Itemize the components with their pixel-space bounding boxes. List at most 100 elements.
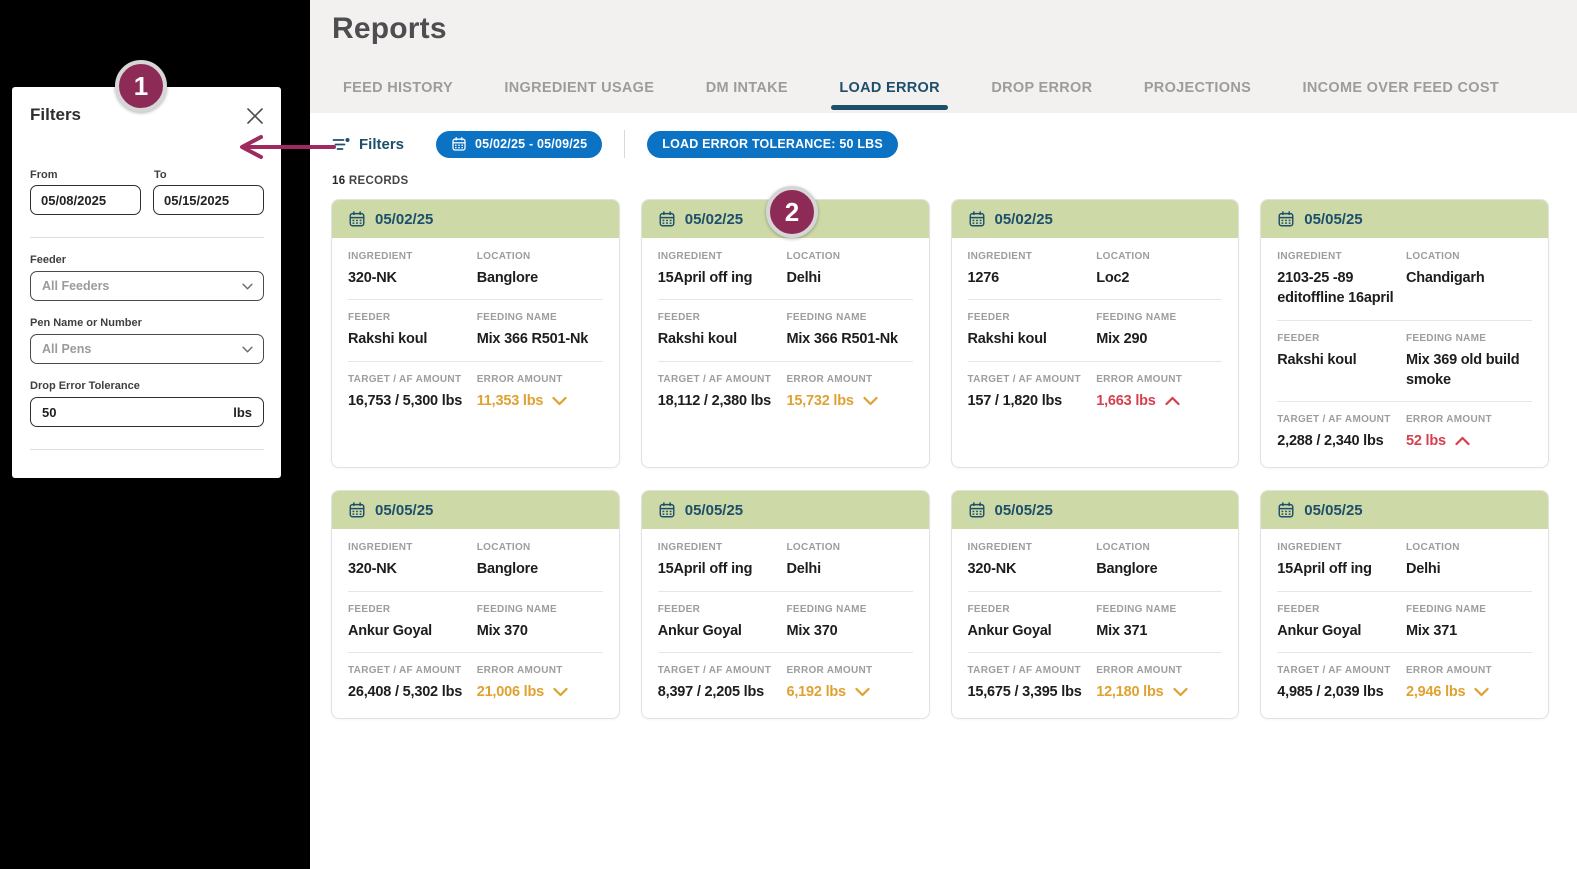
error-amount-text: 2,946 lbs [1406,682,1465,702]
feeding-name-value: Mix 366 R501-Nk [477,329,603,349]
feeding-name-label: FEEDING NAME [1406,333,1532,344]
to-date-input[interactable]: 05/15/2025 [153,185,264,215]
feeder-select[interactable]: All Feeders [30,271,264,301]
ingredient-value: 15April off ing [658,559,775,579]
location-label: LOCATION [1406,251,1532,262]
section-divider [348,591,603,592]
load-error-card: 05/05/25 INGREDIENT 2103-25 -89 editoffl… [1260,199,1549,468]
page-title: Reports [332,12,447,46]
target-af-amount-label: TARGET / AF AMOUNT [658,374,775,385]
drop-error-tolerance-input[interactable]: 50 lbs [30,397,264,427]
feeding-name-label: FEEDING NAME [786,604,912,615]
error-amount-value[interactable]: 12,180 lbs [1096,682,1222,702]
section-divider [1277,320,1532,321]
chip-divider [624,130,625,158]
filters-panel-title: Filters [30,105,81,125]
error-amount-label: ERROR AMOUNT [1406,414,1532,425]
chevron-icon [1165,396,1180,406]
feeder-label: FEEDER [658,312,775,323]
chevron-down-icon [242,346,253,353]
tab-feed-history[interactable]: FEED HISTORY [343,80,453,96]
feeder-value: Ankur Goyal [1277,621,1394,641]
pen-select[interactable]: All Pens [30,334,264,364]
chevron-icon [552,396,567,406]
card-date: 05/02/25 [995,211,1053,228]
error-amount-value[interactable]: 15,732 lbs [786,391,912,411]
pen-filter-label: Pen Name or Number [30,317,264,329]
feeding-name-value: Mix 371 [1406,621,1532,641]
location-label: LOCATION [1096,542,1222,553]
error-amount-label: ERROR AMOUNT [786,665,912,676]
target-af-amount-value: 2,288 / 2,340 lbs [1277,431,1394,451]
load-error-tolerance-chip[interactable]: LOAD ERROR TOLERANCE: 50 LBS [647,131,898,158]
section-divider [348,361,603,362]
section-divider [658,361,913,362]
card-date-header: 05/05/25 [952,491,1239,529]
drop-error-tolerance-label: Drop Error Tolerance [30,380,264,392]
feeder-label: FEEDER [658,604,775,615]
ingredient-value: 1276 [968,268,1085,288]
calendar-icon [658,210,676,228]
card-body: INGREDIENT 15April off ing LOCATION Delh… [642,529,929,718]
annotation-step-1-badge: 1 [115,60,167,112]
error-amount-value[interactable]: 11,353 lbs [477,391,603,411]
calendar-icon [1277,210,1295,228]
annotation-step-2-badge: 2 [766,186,818,238]
ingredient-label: INGREDIENT [1277,251,1394,262]
location-label: LOCATION [786,251,912,262]
error-amount-value[interactable]: 2,946 lbs [1406,682,1532,702]
tab-load-error[interactable]: LOAD ERROR [839,80,939,96]
location-label: LOCATION [477,542,603,553]
drop-error-tolerance-unit: lbs [233,405,252,420]
card-body: INGREDIENT 320-NK LOCATION Banglore FEED… [332,529,619,718]
location-value: Banglore [477,268,603,288]
calendar-icon [451,136,467,152]
feeder-value: Ankur Goyal [658,621,775,641]
card-body: INGREDIENT 15April off ing LOCATION Delh… [642,238,929,427]
error-amount-text: 21,006 lbs [477,682,544,702]
error-amount-value[interactable]: 21,006 lbs [477,682,603,702]
feeding-name-label: FEEDING NAME [1096,312,1222,323]
chevron-icon [553,687,568,697]
card-date: 05/05/25 [1304,502,1362,519]
filters-button-label: Filters [359,136,404,153]
tab-drop-error[interactable]: DROP ERROR [991,80,1092,96]
load-error-card: 05/02/25 INGREDIENT 320-NK LOCATION Bang… [331,199,620,468]
calendar-icon [968,501,986,519]
error-amount-text: 11,353 lbs [477,391,544,411]
calendar-icon [348,210,366,228]
section-divider [348,299,603,300]
feeding-name-label: FEEDING NAME [1096,604,1222,615]
from-date-input[interactable]: 05/08/2025 [30,185,141,215]
feeder-label: FEEDER [968,312,1085,323]
date-range-chip[interactable]: 05/02/25 - 05/09/25 [436,131,602,158]
feeder-label: FEEDER [348,604,465,615]
target-af-amount-value: 26,408 / 5,302 lbs [348,682,465,702]
feeding-name-label: FEEDING NAME [477,604,603,615]
target-af-amount-value: 16,753 / 5,300 lbs [348,391,465,411]
location-label: LOCATION [786,542,912,553]
reports-page: Reports FEED HISTORY INGREDIENT USAGE DM… [310,0,1577,869]
card-date: 05/05/25 [1304,211,1362,228]
ingredient-label: INGREDIENT [348,251,465,262]
filters-button[interactable]: Filters [332,136,404,153]
load-error-card: 05/05/25 INGREDIENT 15April off ing LOCA… [1260,490,1549,719]
tab-projections[interactable]: PROJECTIONS [1144,80,1251,96]
location-label: LOCATION [1096,251,1222,262]
error-amount-value[interactable]: 1,663 lbs [1096,391,1222,411]
chevron-icon [1474,687,1489,697]
close-icon[interactable] [246,107,264,125]
ingredient-value: 15April off ing [658,268,775,288]
location-value: Loc2 [1096,268,1222,288]
error-amount-value[interactable]: 52 lbs [1406,431,1532,451]
feeder-filter-label: Feeder [30,254,264,266]
target-af-amount-label: TARGET / AF AMOUNT [348,374,465,385]
pen-select-value: All Pens [42,342,91,356]
section-divider [1277,401,1532,402]
card-body: INGREDIENT 320-NK LOCATION Banglore FEED… [332,238,619,427]
tab-dm-intake[interactable]: DM INTAKE [706,80,788,96]
tab-income-over-feed-cost[interactable]: INCOME OVER FEED COST [1303,80,1499,96]
card-date-header: 05/05/25 [332,491,619,529]
tab-ingredient-usage[interactable]: INGREDIENT USAGE [504,80,654,96]
error-amount-value[interactable]: 6,192 lbs [786,682,912,702]
